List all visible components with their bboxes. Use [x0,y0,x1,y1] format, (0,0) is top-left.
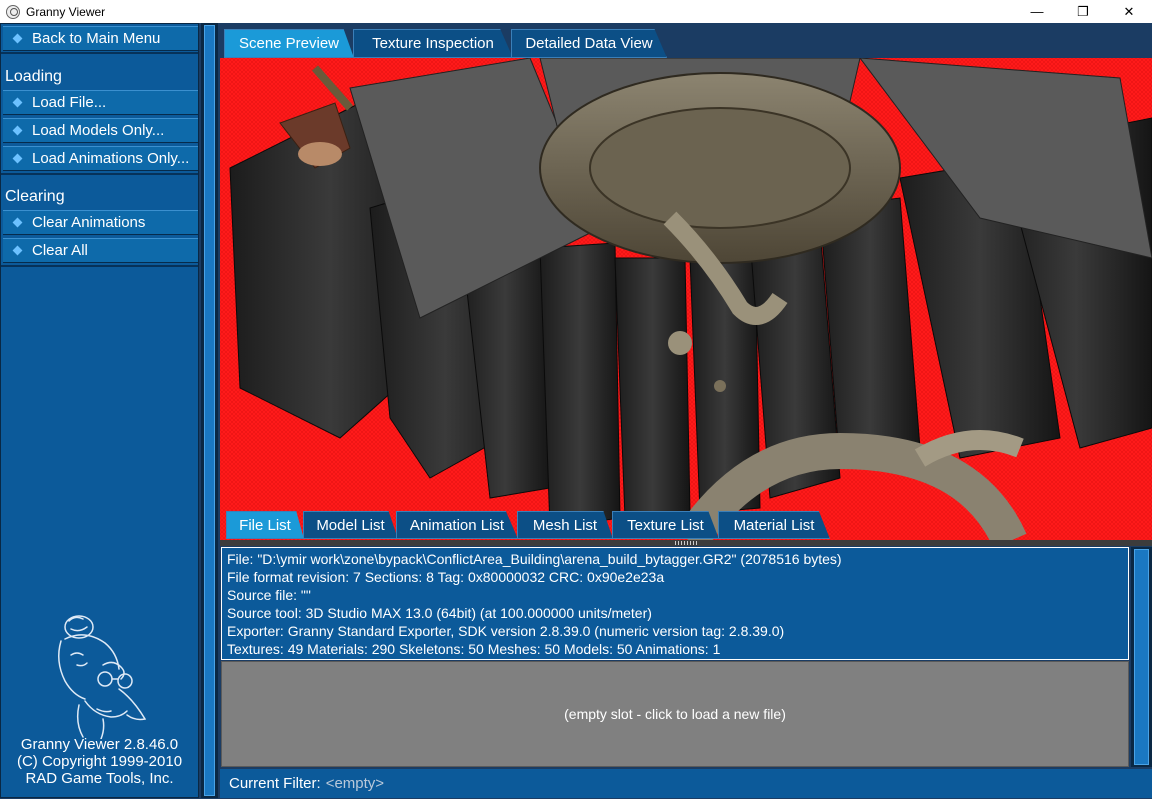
sidebar-divider [1,265,198,267]
file-list-scrollbar[interactable] [1131,547,1152,767]
load-models-only-button[interactable]: Load Models Only... [3,118,198,143]
splitter-handle[interactable] [204,25,215,796]
source-tool-line: Source tool: 3D Studio MAX 13.0 (64bit) … [227,605,652,621]
tab-material-list[interactable]: Material List [718,511,830,539]
file-info-panel[interactable]: File: "D:\ymir work\zone\bypack\Conflict… [221,547,1129,660]
restore-button[interactable]: ❐ [1060,0,1106,23]
clear-all-button[interactable]: Clear All [3,238,198,263]
empty-file-slot[interactable]: (empty slot - click to load a new file) [221,661,1129,767]
diamond-bullet-icon [12,33,23,44]
grip-handle-icon[interactable] [675,541,699,545]
exporter-line: Exporter: Granny Standard Exporter, SDK … [227,623,785,639]
diamond-bullet-icon [12,97,23,108]
tab-detailed-data-view[interactable]: Detailed Data View [511,29,667,58]
button-label: Load Models Only... [32,122,165,139]
button-label: Load File... [32,94,107,111]
load-file-button[interactable]: Load File... [3,90,198,115]
about-text: Granny Viewer 2.8.46.0 (C) Copyright 199… [1,736,198,787]
filter-bar[interactable]: Current Filter: <empty> [220,769,1152,798]
copyright-text: (C) Copyright 1999-2010 [16,753,183,770]
granny-mascot-icon [58,615,147,739]
version-text: Granny Viewer 2.8.46.0 [20,736,179,753]
filter-value[interactable]: <empty> [326,775,384,792]
empty-slot-label: (empty slot - click to load a new file) [564,706,786,722]
scrollbar-thumb[interactable] [1134,549,1149,765]
window-controls: — ❐ ✕ [1014,0,1152,23]
bottom-tab-bar: File List Model List Animation List Mesh… [220,511,1152,539]
button-label: Clear Animations [32,214,146,231]
diamond-bullet-icon [12,153,23,164]
sidebar: Back to Main Menu Loading Load File... L… [0,23,199,798]
tab-scene-preview[interactable]: Scene Preview [224,29,354,58]
tab-model-list[interactable]: Model List [303,511,398,539]
diamond-bullet-icon [12,217,23,228]
file-format-line: File format revision: 7 Sections: 8 Tag:… [227,569,665,585]
sidebar-divider [1,52,198,54]
title-bar: Granny Viewer — ❐ ✕ [0,0,1152,23]
panel-resize-grip[interactable] [220,540,1152,546]
loading-section-title: Loading [5,68,62,85]
tab-file-list[interactable]: File List [226,511,304,539]
close-button[interactable]: ✕ [1106,0,1152,23]
filter-label: Current Filter: [229,775,321,792]
app-area: Back to Main Menu Loading Load File... L… [0,23,1152,799]
clear-animations-button[interactable]: Clear Animations [3,210,198,235]
counts-line: Textures: 49 Materials: 290 Skeletons: 5… [227,641,721,657]
diamond-bullet-icon [12,125,23,136]
load-animations-only-button[interactable]: Load Animations Only... [3,146,198,171]
button-label: Load Animations Only... [32,150,190,167]
diamond-bullet-icon [12,245,23,256]
sidebar-splitter[interactable] [201,23,218,798]
minimize-button[interactable]: — [1014,0,1060,23]
top-tab-bar: Scene Preview Texture Inspection Detaile… [220,29,1152,58]
company-text: RAD Game Tools, Inc. [25,770,174,787]
tab-mesh-list[interactable]: Mesh List [517,511,613,539]
button-label: Clear All [32,242,88,259]
tab-animation-list[interactable]: Animation List [396,511,518,539]
clearing-section-title: Clearing [5,188,65,205]
sidebar-divider [1,173,198,175]
scene-render [220,58,1152,541]
tab-texture-inspection[interactable]: Texture Inspection [353,29,513,58]
window-title: Granny Viewer [26,4,106,19]
button-label: Back to Main Menu [32,30,161,47]
back-to-main-menu-button[interactable]: Back to Main Menu [3,26,198,51]
scene-preview-viewport[interactable] [220,58,1152,541]
tab-texture-list[interactable]: Texture List [612,511,719,539]
file-path-line: File: "D:\ymir work\zone\bypack\Conflict… [227,551,842,567]
source-file-line: Source file: "" [227,587,311,603]
app-icon [6,4,20,19]
